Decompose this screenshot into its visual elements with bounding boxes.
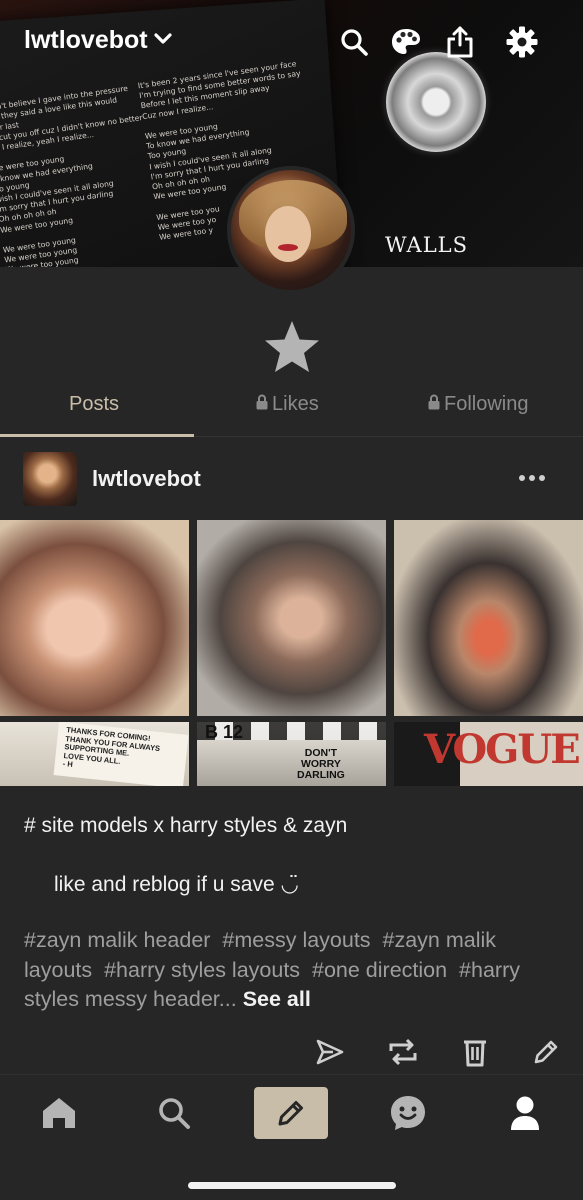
post-photo-6[interactable]: VOGUE [394, 722, 583, 786]
palette-icon[interactable] [388, 24, 424, 60]
post-photo-1[interactable] [0, 520, 189, 716]
see-all-tags-link[interactable]: See all [243, 987, 311, 1011]
tag[interactable]: #messy layouts [222, 928, 370, 952]
reblog-icon[interactable] [383, 1032, 423, 1072]
chat-icon[interactable] [380, 1087, 436, 1139]
gear-icon[interactable] [504, 24, 540, 60]
search-icon[interactable] [336, 24, 372, 60]
delete-icon[interactable] [455, 1032, 495, 1072]
tab-likes-label: Likes [272, 393, 319, 415]
tag[interactable]: #harry styles layouts [104, 958, 300, 982]
chevron-down-icon [154, 32, 172, 50]
lyrics-left: s I can't believe I gave into the pressu… [0, 83, 143, 267]
more-options-icon[interactable] [512, 464, 552, 492]
post-photo-3[interactable] [394, 520, 583, 716]
send-icon[interactable] [310, 1032, 350, 1072]
avatar-lips [278, 244, 298, 251]
tag[interactable]: #zayn malik header [24, 928, 210, 952]
compose-pencil-icon[interactable] [254, 1087, 328, 1139]
blog-switcher[interactable]: lwtlovebot [24, 26, 172, 55]
cd-disc-image [386, 52, 486, 152]
tab-posts[interactable]: Posts [69, 393, 119, 416]
blog-name: lwtlovebot [24, 26, 148, 54]
note-card-text: THANKS FOR COMING! THANK YOU FOR ALWAYS … [53, 722, 189, 786]
post-tags: #zayn malik header #messy layouts #zayn … [24, 926, 559, 1015]
lock-icon [428, 393, 440, 416]
lock-icon [256, 393, 268, 416]
post-photo-2[interactable] [197, 520, 386, 716]
share-icon[interactable] [442, 24, 478, 60]
account-icon[interactable] [497, 1087, 553, 1139]
tab-posts-label: Posts [69, 393, 120, 415]
post-title: # site models x harry styles & zayn [24, 814, 348, 837]
tag[interactable]: #one direction [312, 958, 447, 982]
tab-following-label: Following [444, 393, 529, 415]
post-header: lwtlovebot [0, 450, 583, 510]
search-icon[interactable] [146, 1087, 202, 1139]
magazine-title: VOGUE [424, 726, 581, 773]
home-indicator[interactable] [188, 1182, 396, 1189]
edit-icon[interactable] [526, 1032, 566, 1072]
post-photo-4[interactable]: THANKS FOR COMING! THANK YOU FOR ALWAYS … [0, 722, 189, 786]
home-icon[interactable] [31, 1087, 87, 1139]
top-bar: lwtlovebot [0, 22, 583, 62]
clapper-title: DON'T WORRY DARLING [297, 747, 345, 781]
post-actions [0, 1032, 583, 1072]
star-icon[interactable] [262, 318, 322, 378]
avatar-face [265, 206, 311, 262]
clapper-number: B 12 [205, 722, 244, 742]
post-author-avatar[interactable] [23, 452, 77, 506]
blog-avatar[interactable] [227, 166, 355, 294]
active-tab-indicator [0, 434, 194, 437]
post-photo-5[interactable]: B 12 DON'T WORRY DARLING [197, 722, 386, 786]
post-author-name[interactable]: lwtlovebot [92, 466, 201, 492]
tab-following[interactable]: Following [428, 393, 528, 416]
album-title: WALLS [385, 233, 468, 257]
tab-likes[interactable]: Likes [256, 393, 319, 416]
post-body: like and reblog if u save ◡̈ [54, 873, 299, 896]
profile-tabs: Posts Likes Following [0, 383, 583, 437]
